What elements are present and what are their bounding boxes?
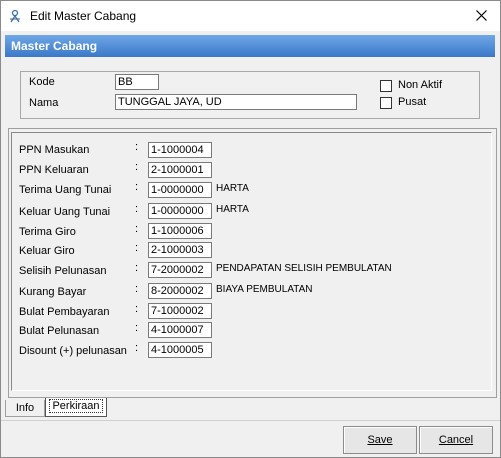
row-label: PPN Keluaran [19, 164, 89, 176]
row-label: Keluar Uang Tunai [19, 206, 111, 218]
kode-label: Kode [29, 76, 55, 88]
row-label: Kurang Bayar [19, 286, 87, 298]
section-header-title: Master Cabang [11, 39, 98, 53]
account-name: BIAYA PEMBULATAN [216, 284, 313, 295]
row-label: PPN Masukan [19, 144, 90, 156]
app-icon [10, 9, 20, 23]
account-code-field[interactable]: 2-1000003 [148, 242, 212, 258]
pusat-checkbox[interactable] [380, 97, 392, 109]
non-aktif-label: Non Aktif [398, 79, 443, 91]
account-code-field[interactable]: 4-1000007 [148, 322, 212, 338]
nama-field[interactable]: TUNGGAL JAYA, UD [115, 94, 357, 110]
row-label: Selisih Pelunasan [19, 265, 107, 277]
row-label: Disount (+) pelunasan [19, 345, 127, 357]
account-code-field[interactable]: 1-0000000 [148, 203, 212, 219]
cancel-button-label: Cancel [438, 434, 474, 446]
account-code-field[interactable]: 8-2000002 [148, 283, 212, 299]
tab-perkiraan-label: Perkiraan [49, 399, 103, 413]
footer-divider [1, 420, 500, 421]
kode-field[interactable]: BB [115, 74, 159, 90]
non-aktif-checkbox[interactable] [380, 80, 392, 92]
close-icon [476, 10, 487, 21]
row-colon: : [135, 141, 139, 153]
account-code-field[interactable]: 2-1000001 [148, 162, 212, 178]
save-button[interactable]: Save [343, 426, 417, 454]
account-code-field[interactable]: 1-1000006 [148, 223, 212, 239]
account-code-field[interactable]: 4-1000005 [148, 342, 212, 358]
row-colon: : [135, 181, 139, 193]
cancel-button[interactable]: Cancel [419, 426, 493, 454]
account-code-field[interactable]: 1-0000000 [148, 182, 212, 198]
row-colon: : [135, 161, 139, 173]
nama-label: Nama [29, 97, 59, 109]
account-code-field[interactable]: 7-1000002 [148, 303, 212, 319]
window-title: Edit Master Cabang [30, 9, 137, 23]
row-colon: : [135, 322, 139, 334]
row-colon: : [135, 242, 139, 254]
row-colon: : [135, 283, 139, 295]
row-label: Bulat Pembayaran [19, 306, 110, 318]
pusat-label: Pusat [398, 96, 427, 108]
identity-panel: Kode BB Nama TUNGGAL JAYA, UD Non Aktif … [20, 71, 480, 119]
section-header: Master Cabang [5, 35, 495, 57]
account-name: HARTA [216, 204, 249, 215]
row-label: Terima Uang Tunai [19, 184, 112, 196]
row-colon: : [135, 203, 139, 215]
row-label: Bulat Pelunasan [19, 325, 100, 337]
row-colon: : [135, 223, 139, 235]
save-button-label: Save [367, 434, 393, 446]
account-name: PENDAPATAN SELISIH PEMBULATAN [216, 263, 392, 274]
account-name: HARTA [216, 183, 249, 194]
close-button[interactable] [470, 5, 494, 27]
tab-info[interactable]: Info [5, 400, 45, 417]
row-label: Terima Giro [19, 226, 76, 238]
edit-master-cabang-window: Edit Master Cabang Master Cabang Kode BB… [0, 0, 501, 458]
row-colon: : [135, 303, 139, 315]
account-code-field[interactable]: 1-1000004 [148, 142, 212, 158]
perkiraan-panel: PPN Masukan : 1-1000004 PPN Keluaran : 2… [8, 128, 497, 398]
account-code-field[interactable]: 7-2000002 [148, 262, 212, 278]
title-bar: Edit Master Cabang [1, 1, 500, 31]
tab-perkiraan[interactable]: Perkiraan [45, 398, 107, 417]
row-colon: : [135, 342, 139, 354]
tab-info-label: Info [15, 402, 35, 414]
row-label: Keluar Giro [19, 245, 75, 257]
row-colon: : [135, 262, 139, 274]
